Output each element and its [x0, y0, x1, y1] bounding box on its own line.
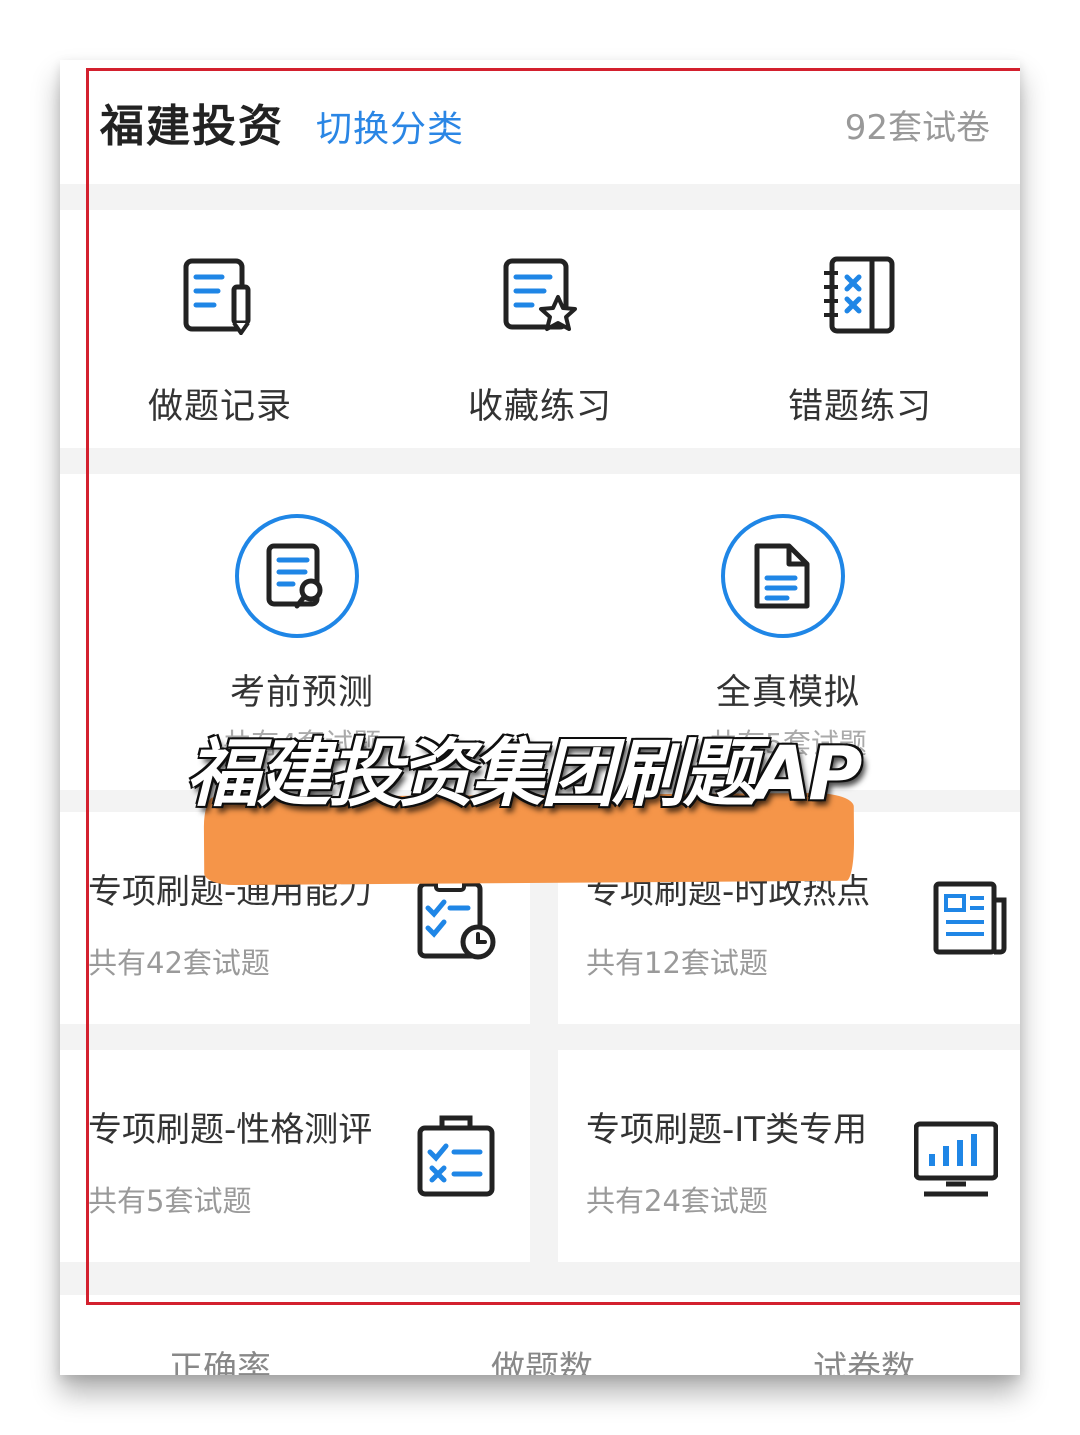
stat-papers: 试卷数	[813, 1349, 915, 1375]
stats-bar: 正确率 做题数 试卷数	[60, 1295, 1020, 1375]
stat-accuracy: 正确率	[169, 1349, 271, 1375]
highlight-frame	[86, 68, 1020, 1305]
overlay-caption: 福建投资集团刷题AP	[186, 731, 863, 817]
stat-questions-done: 做题数	[491, 1349, 593, 1375]
